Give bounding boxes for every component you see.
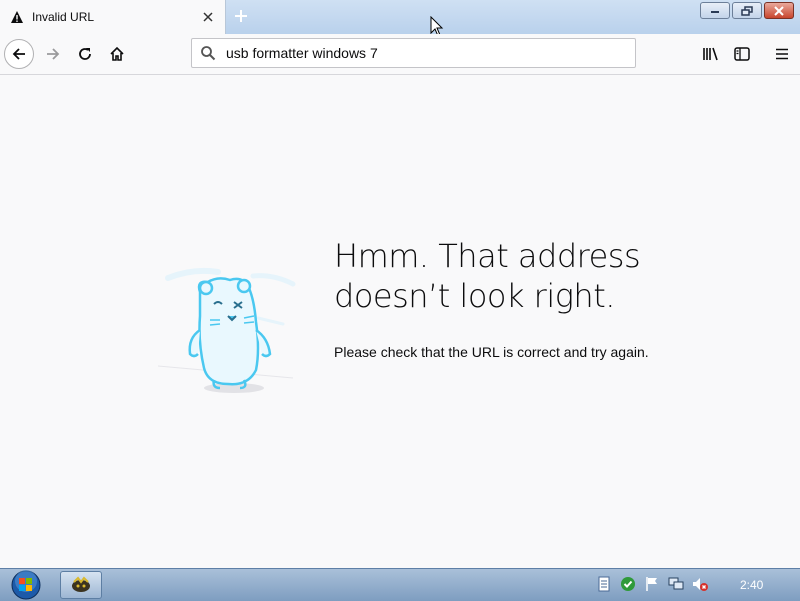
minimize-button[interactable] — [700, 2, 730, 19]
taskbar: 2:40 — [0, 568, 800, 601]
restore-button[interactable] — [732, 2, 762, 19]
start-orb-icon[interactable] — [8, 569, 44, 601]
tab-title: Invalid URL — [32, 10, 95, 24]
navigation-toolbar — [0, 34, 800, 75]
forward-arrow-icon — [47, 48, 60, 60]
close-window-button[interactable] — [764, 2, 794, 19]
taskbar-app-button[interactable] — [60, 571, 102, 599]
url-input[interactable] — [224, 44, 618, 62]
confused-hamster-illustration — [158, 267, 296, 393]
open-menu-button[interactable] — [767, 39, 797, 69]
tab-invalid-url[interactable]: Invalid URL — [0, 0, 226, 34]
home-icon — [110, 46, 124, 61]
forward-button[interactable] — [38, 39, 68, 69]
close-tab-icon[interactable] — [197, 6, 219, 28]
error-title-line-2: doesn’t look right. — [334, 277, 615, 315]
title-bar: Invalid URL — [0, 0, 800, 37]
home-button[interactable] — [102, 39, 132, 69]
sidebar-button[interactable] — [727, 39, 757, 69]
window-controls — [700, 2, 794, 19]
search-icon — [201, 46, 216, 61]
back-arrow-icon — [12, 48, 25, 60]
reload-button[interactable] — [70, 39, 100, 69]
security-check-icon[interactable] — [620, 576, 636, 592]
minimize-icon — [711, 10, 719, 13]
restore-icon — [741, 5, 753, 16]
plus-icon — [235, 10, 247, 22]
address-bar[interactable] — [191, 38, 636, 68]
system-tray — [596, 576, 708, 592]
back-button[interactable] — [4, 39, 34, 69]
warning-icon — [11, 11, 23, 23]
new-tab-button[interactable] — [230, 5, 252, 27]
library-icon — [703, 47, 718, 61]
volume-muted-icon[interactable] — [692, 576, 708, 592]
reload-icon — [79, 48, 91, 60]
notepad-icon[interactable] — [596, 576, 612, 592]
taskbar-clock[interactable]: 2:40 — [740, 578, 763, 592]
app-icon — [72, 576, 90, 592]
sidebar-icon — [734, 47, 750, 61]
close-icon — [774, 5, 784, 16]
hamburger-menu-icon — [776, 48, 788, 60]
action-center-flag-icon[interactable] — [644, 576, 660, 592]
error-title-line-1: Hmm. That address — [334, 237, 641, 275]
error-title: Hmm. That address doesn’t look right. — [334, 236, 754, 316]
network-icon[interactable] — [668, 576, 684, 592]
library-button[interactable] — [696, 39, 726, 69]
error-description: Please check that the URL is correct and… — [334, 344, 649, 360]
